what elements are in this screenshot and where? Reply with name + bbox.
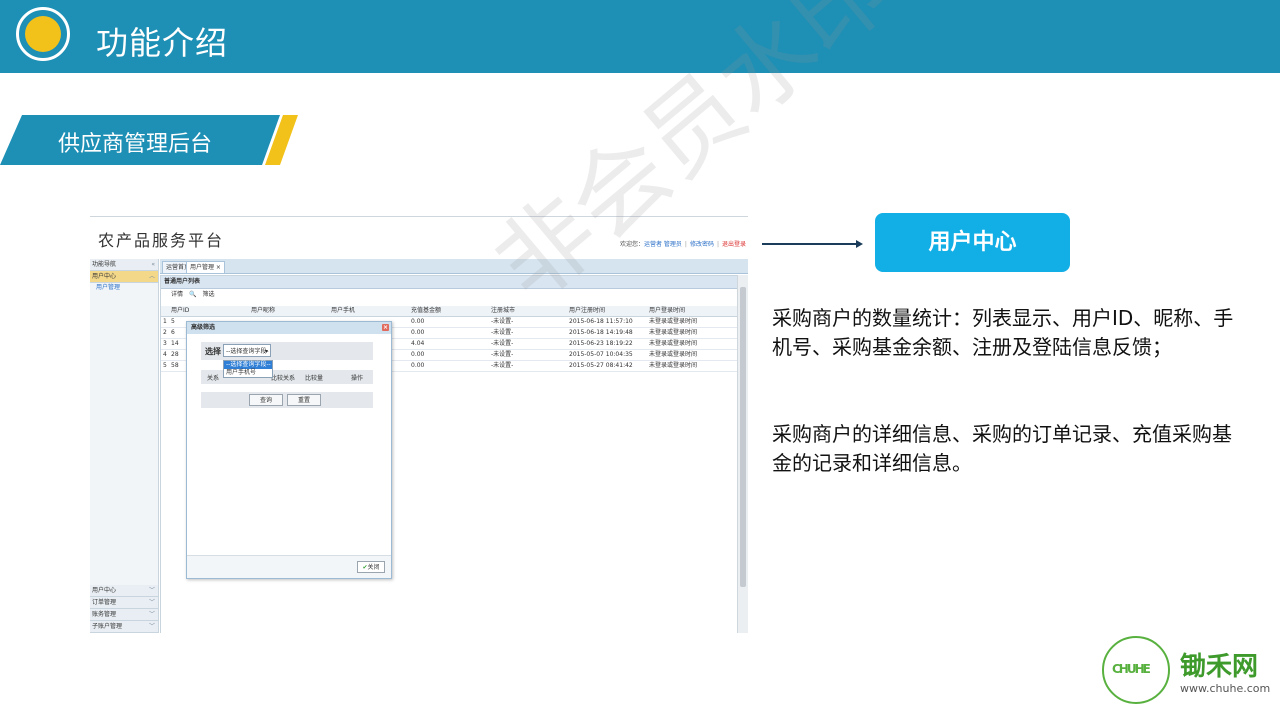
detail-button[interactable]: 详情	[171, 291, 183, 298]
chevron-up-icon: ︿	[148, 273, 155, 280]
table-cell: -未设置-	[491, 340, 514, 347]
table-cell: -未设置-	[491, 329, 514, 336]
table-cell: 0.00	[411, 318, 425, 325]
sidebar-item-user-management[interactable]: 用户管理	[90, 283, 158, 293]
filter-header: 比较关系	[271, 375, 296, 382]
table-cell: 未登录或登录时间	[649, 340, 698, 347]
filter-header: 关系	[207, 375, 220, 382]
brand-logo-icon: CHUHE	[1102, 636, 1170, 704]
table-cell: 0.00	[411, 329, 425, 336]
chevron-up-icon[interactable]: «	[151, 259, 155, 270]
column-header[interactable]: 用户手机	[331, 306, 355, 316]
callout-paragraph-2: 采购商户的详细信息、采购的订单记录、充值采购基金的记录和详细信息。	[772, 422, 1232, 475]
sidebar-group[interactable]: 子账户管理 ﹀	[90, 621, 158, 633]
table-cell: -未设置-	[491, 318, 514, 325]
arrow-connector	[762, 243, 858, 245]
brand-url: www.chuhe.com	[1180, 682, 1271, 695]
reset-button[interactable]: 重置	[287, 394, 321, 406]
tab-user-management[interactable]: 用户管理 ×	[186, 261, 225, 273]
brand-name: 锄禾网	[1180, 652, 1259, 682]
chevron-down-icon: ﹀	[148, 599, 155, 606]
table-cell: -未设置-	[491, 362, 514, 369]
table-cell: 4	[163, 351, 167, 358]
table-cell: 未登录或登录时间	[649, 351, 698, 358]
search-icon[interactable]: 🔍	[189, 291, 196, 298]
filter-button[interactable]: 筛选	[203, 291, 215, 298]
chevron-down-icon: ﹀	[148, 587, 155, 594]
change-password-link[interactable]: 修改密码	[690, 241, 714, 248]
chevron-down-icon: ﹀	[148, 623, 155, 630]
table-cell: 3	[163, 340, 167, 347]
table-cell: 2015-06-18 11:57:10	[569, 318, 633, 325]
table-cell: 4.04	[411, 340, 425, 347]
table-cell: 1	[163, 318, 167, 325]
scrollbar[interactable]	[737, 275, 748, 633]
toolbar: 详情 🔍 筛选	[161, 289, 737, 301]
table-cell: 28	[171, 351, 179, 358]
embedded-screenshot: 农产品服务平台 欢迎您：运营者 管理员 | 修改密码 | 退出登录 功能导航 « 用户中心…	[90, 216, 748, 633]
brand-logo-text: CHUHE	[1112, 662, 1151, 676]
close-icon[interactable]: ×	[382, 324, 389, 331]
filter-header: 比较量	[305, 375, 324, 382]
query-button[interactable]: 查询	[249, 394, 283, 406]
select-options: --选择查询字段-- 用户手机号	[223, 360, 273, 378]
callout-title: 用户中心	[875, 213, 1070, 272]
table-cell: 2015-05-07 10:04:35	[569, 351, 633, 358]
filter-header: 操作	[351, 375, 364, 382]
column-header[interactable]: 充值基金额	[411, 306, 441, 316]
column-header[interactable]: 注册城市	[491, 306, 515, 316]
column-header[interactable]: 用户注册时间	[569, 306, 605, 316]
logo-circle-icon	[16, 7, 70, 61]
welcome-text: 欢迎您：	[619, 241, 644, 248]
column-header[interactable]: 用户昵称	[251, 306, 275, 316]
table-cell: 未登录或登录时间	[649, 318, 698, 325]
table-cell: 未登录或登录时间	[649, 329, 698, 336]
table-cell: 0.00	[411, 351, 425, 358]
table-cell: 58	[171, 362, 179, 369]
table-cell: 2015-05-27 08:41:42	[569, 362, 633, 369]
dialog-title: 高级筛选 ×	[187, 322, 391, 334]
column-header[interactable]: 用户ID	[171, 306, 189, 316]
top-links: 欢迎您：运营者 管理员 | 修改密码 | 退出登录	[619, 241, 746, 248]
tab-bar: 运营首页 用户管理 ×	[160, 259, 748, 274]
table-cell: 5	[163, 362, 167, 369]
table-cell: 0.00	[411, 362, 425, 369]
user-link[interactable]: 运营者 管理员	[644, 241, 682, 248]
select-row: 选择 --选择查询字段-- ▾	[201, 342, 373, 368]
table-cell: 未登录或登录时间	[649, 362, 698, 369]
page-title: 功能介绍	[96, 24, 229, 62]
callout-paragraph-1: 采购商户的数量统计：列表显示、用户ID、昵称、手机号、采购基金余额、注册及登陆信…	[772, 306, 1234, 359]
select-label: 选择	[205, 347, 221, 356]
dialog-button-row: 查询 重置	[201, 392, 373, 408]
header-bar: 功能介绍	[0, 0, 1280, 73]
section-label: 供应商管理后台	[58, 132, 213, 157]
sidebar-group[interactable]: 用户中心 ﹀	[90, 585, 158, 597]
chevron-down-icon: ▾	[264, 348, 268, 355]
select-option[interactable]: --选择查询字段--	[224, 361, 272, 369]
sidebar-group[interactable]: 订单管理 ﹀	[90, 597, 158, 609]
logout-link[interactable]: 退出登录	[722, 241, 746, 248]
table-cell: 14	[171, 340, 179, 347]
close-button[interactable]: ✔关闭	[357, 561, 385, 573]
sidebar-header: 功能导航 «	[90, 259, 158, 271]
table-cell: 2	[163, 329, 167, 336]
table-cell: 2015-06-18 14:19:48	[569, 329, 633, 336]
table-cell: -未设置-	[491, 351, 514, 358]
dialog-footer: ✔关闭	[187, 555, 391, 578]
column-header[interactable]: 用户登录时间	[649, 306, 685, 316]
table-header-row: 用户ID 用户昵称 用户手机 充值基金额 注册城市 用户注册时间 用户登录时间	[161, 306, 737, 317]
field-select[interactable]: --选择查询字段-- ▾	[223, 344, 271, 368]
panel-title: 普通用户列表	[161, 276, 737, 289]
sidebar-group-user-center[interactable]: 用户中心 ︿	[90, 271, 158, 283]
table-cell: 2015-06-23 18:19:22	[569, 340, 633, 347]
sidebar-group[interactable]: 账务管理 ﹀	[90, 609, 158, 621]
chevron-down-icon: ﹀	[148, 611, 155, 618]
filter-dialog: 高级筛选× 选择 --选择查询字段-- ▾ --选择查询字段-- 用户手机号 关系…	[186, 321, 392, 579]
platform-title: 农产品服务平台	[98, 231, 225, 250]
table-cell: 5	[171, 318, 175, 325]
select-option[interactable]: 用户手机号	[224, 369, 272, 377]
table-cell: 6	[171, 329, 175, 336]
arrow-right-icon	[856, 240, 863, 248]
sidebar: 功能导航 « 用户中心 ︿ 用户管理 用户中心 ﹀ 订单管理 ﹀ 账务管理 ﹀ 子账户管理…	[90, 259, 159, 633]
